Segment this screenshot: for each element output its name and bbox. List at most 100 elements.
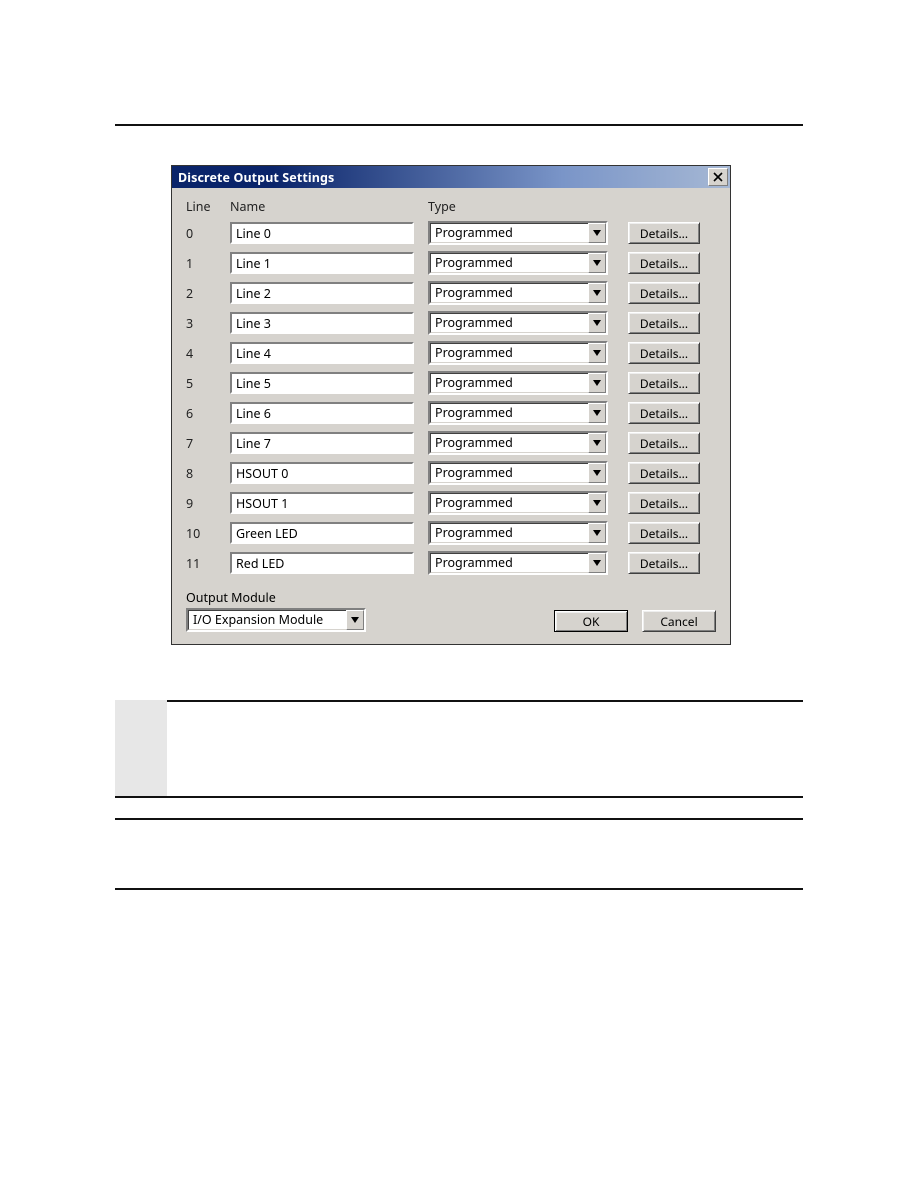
details-button[interactable]: Details... <box>628 372 700 394</box>
output-module-value: I/O Expansion Module <box>188 610 346 630</box>
name-field[interactable] <box>230 402 414 424</box>
type-value: Programmed <box>430 283 588 303</box>
type-select[interactable]: Programmed <box>428 341 608 365</box>
type-select[interactable]: Programmed <box>428 311 608 335</box>
name-input[interactable] <box>236 317 408 331</box>
type-dropdown-button[interactable] <box>588 343 606 363</box>
name-field[interactable] <box>230 372 414 394</box>
type-value: Programmed <box>430 373 588 393</box>
name-field[interactable] <box>230 222 414 244</box>
name-input[interactable] <box>236 287 408 301</box>
name-input[interactable] <box>236 347 408 361</box>
name-field[interactable] <box>230 342 414 364</box>
type-value: Programmed <box>430 553 588 573</box>
name-input[interactable] <box>236 437 408 451</box>
dialog-body: Line Name Type 0ProgrammedDetails...1Pro… <box>172 188 730 644</box>
name-input[interactable] <box>236 557 408 571</box>
window-title: Discrete Output Settings <box>178 169 334 186</box>
line-number: 4 <box>186 345 230 362</box>
name-input[interactable] <box>236 527 408 541</box>
titlebar[interactable]: Discrete Output Settings <box>172 166 730 188</box>
name-input[interactable] <box>236 227 408 241</box>
name-input[interactable] <box>236 407 408 421</box>
line-number: 11 <box>186 555 230 572</box>
type-dropdown-button[interactable] <box>588 373 606 393</box>
type-value: Programmed <box>430 433 588 453</box>
type-select[interactable]: Programmed <box>428 251 608 275</box>
details-button[interactable]: Details... <box>628 342 700 364</box>
cancel-button[interactable]: Cancel <box>642 610 716 632</box>
type-dropdown-button[interactable] <box>588 433 606 453</box>
output-module-dropdown-button[interactable] <box>346 610 364 630</box>
type-value: Programmed <box>430 223 588 243</box>
type-select[interactable]: Programmed <box>428 371 608 395</box>
details-button[interactable]: Details... <box>628 252 700 274</box>
name-input[interactable] <box>236 257 408 271</box>
header-type: Type <box>428 198 608 215</box>
page-shade-block <box>115 700 167 796</box>
type-dropdown-button[interactable] <box>588 223 606 243</box>
details-button[interactable]: Details... <box>628 552 700 574</box>
ok-button[interactable]: OK <box>554 610 628 632</box>
details-button[interactable]: Details... <box>628 492 700 514</box>
page-rule <box>115 700 803 702</box>
type-dropdown-button[interactable] <box>588 463 606 483</box>
name-field[interactable] <box>230 492 414 514</box>
page-rule <box>115 818 803 820</box>
type-select[interactable]: Programmed <box>428 401 608 425</box>
name-field[interactable] <box>230 432 414 454</box>
details-button[interactable]: Details... <box>628 402 700 424</box>
type-dropdown-button[interactable] <box>588 313 606 333</box>
close-icon <box>713 172 723 182</box>
details-button[interactable]: Details... <box>628 282 700 304</box>
details-button[interactable]: Details... <box>628 522 700 544</box>
details-button[interactable]: Details... <box>628 432 700 454</box>
type-dropdown-button[interactable] <box>588 553 606 573</box>
page-rule <box>115 124 803 126</box>
page-rule <box>115 796 803 798</box>
type-select[interactable]: Programmed <box>428 551 608 575</box>
type-dropdown-button[interactable] <box>588 283 606 303</box>
name-field[interactable] <box>230 312 414 334</box>
output-row: 1 Programmed Details... <box>186 251 716 275</box>
type-select[interactable]: Programmed <box>428 521 608 545</box>
line-number: 10 <box>186 525 230 542</box>
type-dropdown-button[interactable] <box>588 403 606 423</box>
type-select[interactable]: Programmed <box>428 461 608 485</box>
chevron-down-icon <box>593 260 601 266</box>
name-input[interactable] <box>236 467 408 481</box>
type-select[interactable]: Programmed <box>428 491 608 515</box>
name-input[interactable] <box>236 497 408 511</box>
close-button[interactable] <box>708 168 728 186</box>
details-button[interactable]: Details... <box>628 312 700 334</box>
output-row: 11 Programmed Details... <box>186 551 716 575</box>
name-field[interactable] <box>230 522 414 544</box>
output-row: 7ProgrammedDetails... <box>186 431 716 455</box>
chevron-down-icon <box>593 350 601 356</box>
name-field[interactable] <box>230 252 414 274</box>
output-row: 10 Programmed Details... <box>186 521 716 545</box>
name-field[interactable] <box>230 552 414 574</box>
type-value: Programmed <box>430 343 588 363</box>
type-dropdown-button[interactable] <box>588 523 606 543</box>
name-field[interactable] <box>230 282 414 304</box>
type-dropdown-button[interactable] <box>588 253 606 273</box>
name-input[interactable] <box>236 377 408 391</box>
line-number: 6 <box>186 405 230 422</box>
chevron-down-icon <box>593 230 601 236</box>
header-name: Name <box>230 198 428 215</box>
line-number: 1 <box>186 255 230 272</box>
type-dropdown-button[interactable] <box>588 493 606 513</box>
chevron-down-icon <box>351 617 359 623</box>
column-headers: Line Name Type <box>186 198 716 215</box>
type-select[interactable]: Programmed <box>428 221 608 245</box>
output-row: 6 Programmed Details... <box>186 401 716 425</box>
details-button[interactable]: Details... <box>628 222 700 244</box>
output-module-select[interactable]: I/O Expansion Module <box>186 608 366 632</box>
type-select[interactable]: Programmed <box>428 431 608 455</box>
name-field[interactable] <box>230 462 414 484</box>
discrete-output-settings-dialog: Discrete Output Settings Line Name Type … <box>172 166 730 644</box>
details-button[interactable]: Details... <box>628 462 700 484</box>
type-select[interactable]: Programmed <box>428 281 608 305</box>
output-row: 2ProgrammedDetails... <box>186 281 716 305</box>
